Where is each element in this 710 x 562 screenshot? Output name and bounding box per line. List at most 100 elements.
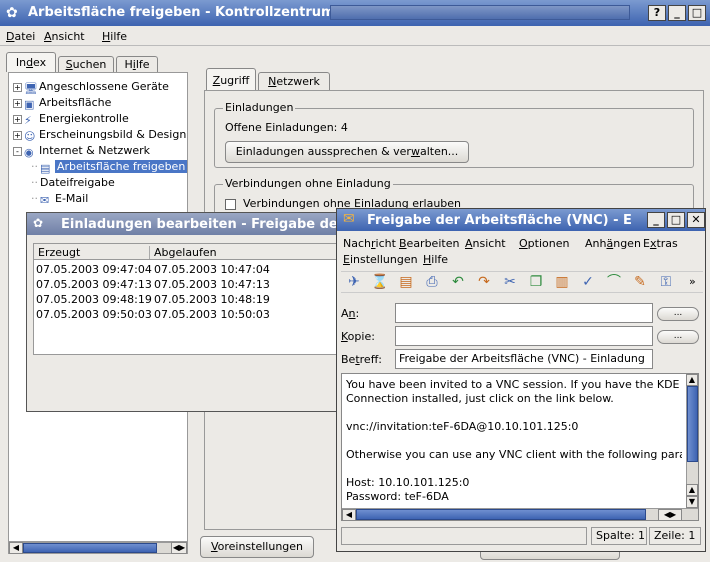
tab-index[interactable]: Index	[6, 52, 56, 72]
mail-menu-item[interactable]: Einstellungen	[343, 253, 418, 266]
manage-invitations-button[interactable]: Einladungen aussprechen & verwalten...	[225, 141, 469, 163]
body-scroll-right-arrow[interactable]: ◀▶	[658, 509, 682, 520]
body-scroll-down-arrow-2[interactable]: ▼	[686, 496, 698, 508]
invitations-dialog-titlebar[interactable]: ✿ Einladungen bearbeiten - Freigabe der …	[27, 213, 446, 235]
undo-icon[interactable]: ↶	[449, 273, 467, 291]
spellcheck-icon[interactable]: ✓	[579, 273, 597, 291]
cell-expired: 07.05.2003 10:48:19	[154, 293, 270, 306]
mail-menu-item[interactable]: Extras	[643, 237, 678, 250]
redo-icon[interactable]: ↷	[475, 273, 493, 291]
power-icon: ⚡	[24, 114, 32, 127]
table-row[interactable]: 07.05.2003 09:48:19 07.05.2003 10:48:19	[34, 292, 348, 307]
subject-field[interactable]: Freigabe der Arbeitsfläche (VNC) - Einla…	[395, 349, 653, 369]
tree-item[interactable]: + ☺ Erscheinungsbild & Design	[13, 127, 186, 143]
tree-expander[interactable]: +	[13, 83, 22, 92]
cc-browse-button[interactable]: ...	[657, 330, 699, 344]
encrypt-icon[interactable]: ⚿	[657, 273, 675, 291]
mail-titlebar[interactable]: ✉ Freigabe der Arbeitsfläche (VNC) - E _…	[337, 209, 705, 231]
menu-datei[interactable]: Datei	[6, 30, 35, 43]
paste-icon[interactable]: ▥	[553, 273, 571, 291]
mail-menu-item[interactable]: Hilfe	[423, 253, 448, 266]
mail-body-line: Otherwise you can use any VNC client wit…	[346, 448, 682, 461]
mail-menu-item[interactable]: Ansicht	[465, 237, 506, 250]
tree-item[interactable]: - ◉ Internet & Netzwerk	[13, 143, 150, 159]
mail-menu-item[interactable]: Optionen	[519, 237, 569, 250]
tree-expander[interactable]: +	[13, 99, 22, 108]
main-menubar: Datei Ansicht Hilfe	[0, 26, 710, 46]
uninvited-group-title: Verbindungen ohne Einladung	[223, 177, 393, 190]
attach-icon[interactable]: ⌒	[605, 273, 623, 291]
desktop-icon: ▣	[24, 98, 35, 111]
tree-scroll-thumb[interactable]	[23, 543, 157, 553]
tab-help[interactable]: Hilfe	[116, 56, 158, 72]
body-vertical-scrollbar[interactable]: ▲ ▲ ▼	[686, 374, 698, 508]
table-header: Erzeugt Abgelaufen	[34, 244, 348, 260]
tree-item[interactable]: + 🖥Angeschlossene Geräte	[13, 79, 169, 95]
scroll-left-arrow[interactable]: ◀	[9, 542, 23, 554]
mail-body-line	[346, 434, 682, 448]
toolbar-more-icon[interactable]: »	[689, 275, 696, 288]
tree-item[interactable]: ·· Dateifreigabe	[31, 175, 115, 190]
cut-icon[interactable]: ✂	[501, 273, 519, 291]
column-header-expired[interactable]: Abgelaufen	[154, 246, 217, 259]
mail-minimize-button[interactable]: _	[647, 212, 665, 228]
defaults-button[interactable]: Voreinstellungen	[200, 536, 314, 558]
tab-netzwerk[interactable]: Netzwerk	[258, 72, 330, 90]
body-scroll-thumb[interactable]	[687, 386, 698, 462]
main-titlebar[interactable]: ✿ Arbeitsfläche freigeben - Kontrollzent…	[0, 0, 710, 26]
body-scroll-left-arrow[interactable]: ◀	[342, 509, 356, 520]
tab-search[interactable]: Suchen	[58, 56, 114, 72]
send-icon[interactable]: ✈	[345, 273, 363, 291]
send-later-icon[interactable]: ⌛	[371, 273, 389, 291]
tree-item-label: Arbeitsfläche	[39, 96, 112, 109]
table-row[interactable]: 07.05.2003 09:47:04 07.05.2003 10:47:04	[34, 262, 348, 277]
tree-item[interactable]: + ⚡ Energiekontrolle	[13, 111, 129, 127]
body-scroll-up-arrow[interactable]: ▲	[686, 374, 698, 386]
mail-menu-item[interactable]: Nachricht	[343, 237, 396, 250]
mail-menu-item[interactable]: Bearbeiten	[399, 237, 459, 250]
to-browse-button[interactable]: ...	[657, 307, 699, 321]
mail-body-line: You have been invited to a VNC session. …	[346, 378, 682, 391]
tree-expander[interactable]: -	[13, 147, 22, 156]
mail-icon: ✉	[40, 194, 50, 207]
save-icon[interactable]: ▤	[397, 273, 415, 291]
tree-expander[interactable]: +	[13, 131, 22, 140]
body-h-scroll-thumb[interactable]	[356, 509, 646, 520]
tree-item[interactable]: + ▣ Arbeitsfläche	[13, 95, 112, 111]
allow-uninvited-checkbox[interactable]	[225, 199, 236, 210]
menu-hilfe[interactable]: Hilfe	[102, 30, 127, 43]
body-scroll-down-arrow[interactable]: ▲	[686, 484, 698, 496]
help-button[interactable]: ?	[648, 5, 666, 21]
copy-icon[interactable]: ❐	[527, 273, 545, 291]
mail-body-line: Connection installed, just click on the …	[346, 392, 614, 405]
scroll-right-arrow[interactable]: ◀▶	[171, 542, 187, 554]
tree-h-scrollbar[interactable]: ◀ ◀▶	[8, 542, 188, 554]
body-horizontal-scrollbar[interactable]: ◀ ◀▶	[342, 508, 698, 520]
status-column: Spalte: 1	[591, 527, 647, 545]
sign-icon[interactable]: ✎	[631, 273, 649, 291]
invitations-group-title: Einladungen	[223, 101, 296, 114]
share-desktop-icon: ▤	[40, 162, 51, 175]
minimize-button[interactable]: _	[668, 5, 686, 21]
tab-zugriff[interactable]: Zugriff	[206, 68, 256, 90]
mail-body-editor[interactable]: You have been invited to a VNC session. …	[341, 373, 699, 521]
to-label: An:	[341, 307, 360, 320]
mail-close-button[interactable]: ✕	[687, 212, 705, 228]
monitor-icon: 🖥	[24, 82, 38, 95]
cc-field[interactable]	[395, 326, 653, 346]
mail-menu-item[interactable]: Anhängen	[585, 237, 641, 250]
mail-maximize-button[interactable]: □	[667, 212, 685, 228]
tree-item[interactable]: ·· ▤ Arbeitsfläche freigeben	[31, 159, 187, 175]
mail-body-line: Host: 10.10.101.125:0	[346, 476, 470, 489]
menu-ansicht[interactable]: Ansicht	[44, 30, 85, 43]
tree-item[interactable]: ·· ✉ E-Mail	[31, 191, 88, 207]
mail-body-line: Password: teF-6DA	[346, 490, 449, 503]
column-header-created[interactable]: Erzeugt	[38, 246, 150, 259]
to-field[interactable]	[395, 303, 653, 323]
maximize-button[interactable]: □	[688, 5, 706, 21]
table-row[interactable]: 07.05.2003 09:50:03 07.05.2003 10:50:03	[34, 307, 348, 322]
mail-app-icon: ✉	[343, 211, 355, 227]
print-icon[interactable]: ⎙	[423, 273, 441, 291]
table-row[interactable]: 07.05.2003 09:47:13 07.05.2003 10:47:13	[34, 277, 348, 292]
tree-expander[interactable]: +	[13, 115, 22, 124]
